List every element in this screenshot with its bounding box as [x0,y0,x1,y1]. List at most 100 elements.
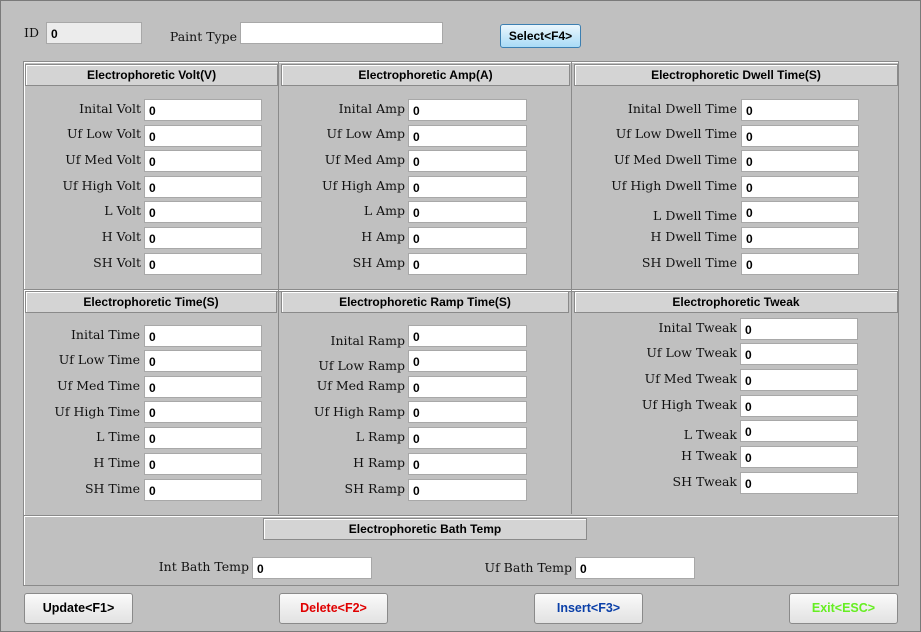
select-button[interactable]: Select<F4> [500,24,581,48]
exit-button[interactable]: Exit<ESC> [789,593,898,624]
amp-field-input[interactable]: 0 [408,201,527,223]
amp-field-label: SH Amp [352,255,405,270]
tweak-field-input[interactable]: 0 [740,395,858,417]
amp-field-label: Uf Low Amp [326,126,405,141]
ramp-field-label: Uf Low Ramp [318,358,405,373]
amp-field-input[interactable]: 0 [408,227,527,249]
amp-field-input[interactable]: 0 [408,150,527,172]
time-field-input[interactable]: 0 [144,453,262,475]
select-button-label: Select<F4> [508,29,573,43]
ramp-field-input[interactable]: 0 [408,401,527,423]
volt-field-input[interactable]: 0 [144,150,262,172]
tweak-field-label: Inital Tweak [658,320,737,335]
volt-field-label: Inital Volt [79,101,141,116]
time-field-label: Uf Low Time [58,352,140,367]
amp-field-input[interactable]: 0 [408,253,527,275]
dwell-field-label: Inital Dwell Time [627,101,737,116]
id-field[interactable]: 0 [46,22,142,44]
bath-temp-title: Electrophoretic Bath Temp [263,518,587,540]
dwell-field-input[interactable]: 0 [741,125,859,147]
dwell-field-input[interactable]: 0 [741,150,859,172]
tweak-field-input[interactable]: 0 [740,446,858,468]
volt-field-label: Uf High Volt [62,178,142,193]
tweak-field-label: L Tweak [683,427,737,442]
paint-type-field[interactable] [240,22,443,44]
ramp-section-title: Electrophoretic Ramp Time(S) [281,291,569,313]
volt-field-input[interactable]: 0 [144,253,262,275]
volt-field-label: Uf Low Volt [66,126,141,141]
volt-field-label: Uf Med Volt [65,152,141,167]
volt-field-input[interactable]: 0 [144,227,262,249]
time-field-input[interactable]: 0 [144,427,262,449]
tweak-section-title: Electrophoretic Tweak [574,291,898,313]
dwell-field-input[interactable]: 0 [741,99,859,121]
tweak-field-input[interactable]: 0 [740,472,858,494]
volt-field-input[interactable]: 0 [144,201,262,223]
delete-button[interactable]: Delete<F2> [279,593,388,624]
volt-field-label: L Volt [104,203,141,218]
uf-bath-temp-label: Uf Bath Temp [484,560,572,575]
dwell-field-label: H Dwell Time [650,229,737,244]
volt-field-label: SH Volt [93,255,141,270]
dwell-field-label: SH Dwell Time [641,255,737,270]
amp-field-input[interactable]: 0 [408,99,527,121]
dwell-section-title: Electrophoretic Dwell Time(S) [574,64,898,86]
tweak-field-label: Uf Med Tweak [644,371,737,386]
dwell-field-input[interactable]: 0 [741,176,859,198]
update-button[interactable]: Update<F1> [24,593,133,624]
id-label: ID [24,25,39,40]
tweak-field-label: H Tweak [681,448,737,463]
dwell-field-label: Uf High Dwell Time [611,178,737,193]
ramp-field-label: Uf High Ramp [313,404,405,419]
tweak-field-input[interactable]: 0 [740,318,858,340]
update-button-label: Update<F1> [42,601,115,615]
paint-type-label: Paint Type [169,29,237,44]
ramp-field-input[interactable]: 0 [408,376,527,398]
time-section-title: Electrophoretic Time(S) [25,291,277,313]
tweak-field-input[interactable]: 0 [740,369,858,391]
time-field-input[interactable]: 0 [144,350,262,372]
ramp-field-label: Uf Med Ramp [316,378,405,393]
exit-button-label: Exit<ESC> [811,601,876,615]
ramp-field-input[interactable]: 0 [408,325,527,347]
time-field-label: Inital Time [70,327,140,342]
amp-field-label: Uf Med Amp [324,152,405,167]
tweak-field-label: Uf High Tweak [641,397,737,412]
time-field-input[interactable]: 0 [144,401,262,423]
volt-section-title: Electrophoretic Volt(V) [25,64,278,86]
ramp-field-label: Inital Ramp [330,333,405,348]
insert-button[interactable]: Insert<F3> [534,593,643,624]
divider [571,62,572,514]
ramp-field-input[interactable]: 0 [408,453,527,475]
tweak-field-input[interactable]: 0 [740,343,858,365]
insert-button-label: Insert<F3> [556,601,621,615]
dwell-field-input[interactable]: 0 [741,201,859,223]
uf-bath-temp-field[interactable]: 0 [575,557,695,579]
ramp-field-label: H Ramp [353,455,405,470]
time-field-input[interactable]: 0 [144,479,262,501]
amp-field-input[interactable]: 0 [408,176,527,198]
int-bath-temp-field[interactable]: 0 [252,557,372,579]
volt-field-input[interactable]: 0 [144,125,262,147]
ramp-field-input[interactable]: 0 [408,350,527,372]
int-bath-temp-label: Int Bath Temp [158,559,249,574]
dwell-field-label: Uf Low Dwell Time [615,126,737,141]
dwell-field-input[interactable]: 0 [741,253,859,275]
time-field-input[interactable]: 0 [144,376,262,398]
ramp-field-label: SH Ramp [344,481,405,496]
delete-button-label: Delete<F2> [300,601,367,615]
tweak-field-label: Uf Low Tweak [646,345,737,360]
time-field-label: H Time [93,455,140,470]
dwell-field-input[interactable]: 0 [741,227,859,249]
amp-field-input[interactable]: 0 [408,125,527,147]
ramp-field-input[interactable]: 0 [408,479,527,501]
amp-field-label: Inital Amp [338,101,405,116]
amp-field-label: Uf High Amp [322,178,405,193]
volt-field-input[interactable]: 0 [144,176,262,198]
time-field-label: L Time [96,429,140,444]
tweak-field-input[interactable]: 0 [740,420,858,442]
time-field-input[interactable]: 0 [144,325,262,347]
ramp-field-input[interactable]: 0 [408,427,527,449]
amp-section-title: Electrophoretic Amp(A) [281,64,570,86]
volt-field-input[interactable]: 0 [144,99,262,121]
